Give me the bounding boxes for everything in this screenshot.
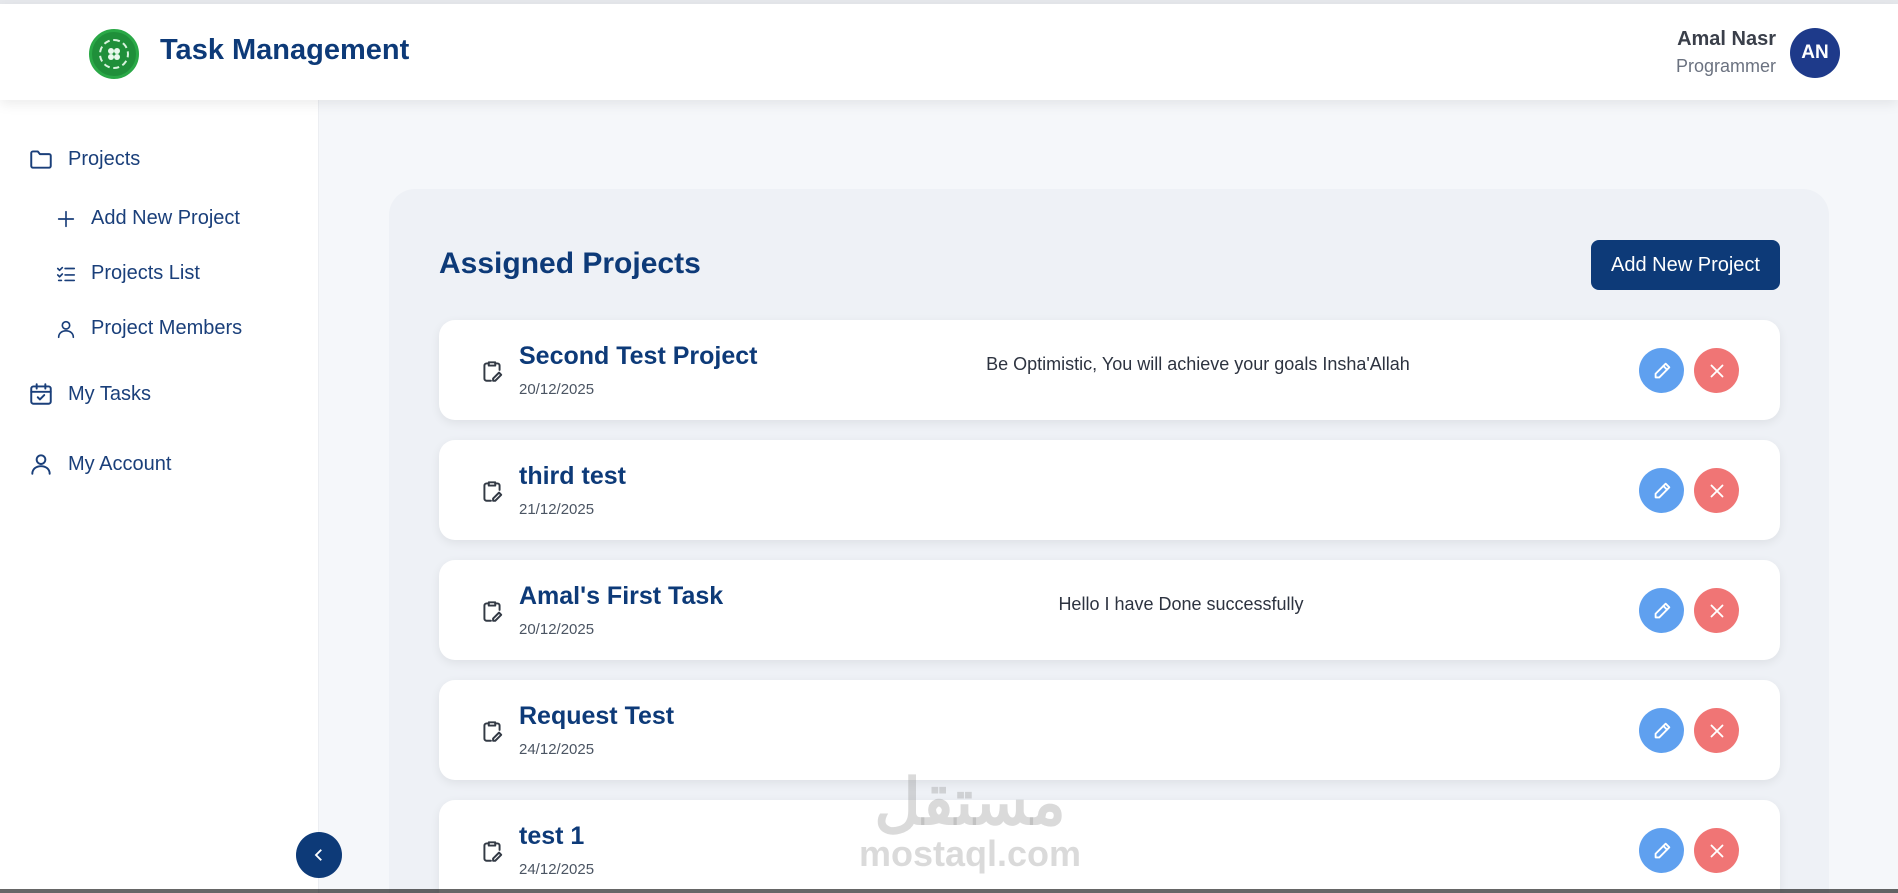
sidebar-item-label: Projects [68, 147, 141, 170]
bottom-border [0, 889, 1898, 893]
watermark: مستقل mostaql.com [820, 770, 1120, 874]
avatar[interactable]: AN [1790, 28, 1840, 78]
project-description: Hello I have Done successfully [1058, 594, 1304, 614]
project-name: Second Test Project [519, 342, 758, 370]
sidebar-item-my-account[interactable]: My Account [28, 451, 171, 477]
clipboard-edit-icon [479, 838, 505, 864]
clipboard-edit-icon [479, 358, 505, 384]
close-icon [1710, 844, 1723, 857]
project-card[interactable]: Amal's First Task 20/12/2025 Hello I hav… [439, 560, 1780, 660]
user-role: Programmer [1675, 56, 1776, 76]
page-title: Assigned Projects [439, 247, 701, 280]
app-header: Task Management Amal Nasr Programmer AN [0, 4, 1898, 100]
folder-icon [30, 150, 52, 169]
project-card[interactable]: third test 21/12/2025 [439, 440, 1780, 540]
project-name: third test [519, 462, 626, 490]
edit-button[interactable] [1639, 468, 1684, 513]
pencil-icon [1654, 722, 1670, 738]
close-icon [1710, 364, 1723, 377]
user-icon [57, 320, 75, 338]
sidebar-item-label: My Account [68, 452, 172, 475]
sidebar: Projects Add New Project Projects List P… [0, 100, 319, 893]
checklist-icon [56, 266, 76, 281]
calendar-check-icon [30, 383, 52, 405]
sidebar-item-projects[interactable]: Projects [28, 146, 140, 172]
project-date: 20/12/2025 [519, 381, 595, 398]
watermark-latin: mostaql.com [858, 833, 1082, 874]
project-card[interactable]: Request Test 24/12/2025 [439, 680, 1780, 780]
watermark-arabic: مستقل [874, 766, 1066, 838]
sidebar-item-label: My Tasks [68, 382, 151, 405]
pencil-icon [1654, 482, 1670, 498]
clipboard-edit-icon [479, 718, 505, 744]
project-name: test 1 [519, 822, 585, 850]
sidebar-item-add-new-project[interactable]: Add New Project [55, 207, 240, 230]
logo-emblem [99, 39, 129, 69]
chevron-left-icon [314, 849, 322, 861]
project-name: Amal's First Task [519, 582, 724, 610]
delete-button[interactable] [1694, 468, 1739, 513]
close-icon [1710, 604, 1723, 617]
clipboard-edit-icon [479, 598, 505, 624]
project-date: 20/12/2025 [519, 621, 595, 638]
add-new-project-button[interactable]: Add New Project [1591, 240, 1780, 290]
clover-icon [108, 48, 120, 60]
project-name: Request Test [519, 702, 675, 730]
user-icon [31, 454, 51, 475]
edit-button[interactable] [1639, 348, 1684, 393]
sidebar-item-project-members[interactable]: Project Members [55, 317, 242, 340]
project-date: 24/12/2025 [519, 741, 595, 758]
close-icon [1710, 724, 1723, 737]
delete-button[interactable] [1694, 708, 1739, 753]
logo [89, 29, 139, 79]
edit-button[interactable] [1639, 828, 1684, 873]
edit-button[interactable] [1639, 708, 1684, 753]
project-date: 24/12/2025 [519, 861, 595, 878]
sidebar-item-label: Add New Project [91, 207, 240, 229]
plus-icon [57, 210, 75, 227]
sidebar-item-projects-list[interactable]: Projects List [55, 262, 200, 285]
pencil-icon [1654, 602, 1670, 618]
pencil-icon [1654, 362, 1670, 378]
project-date: 21/12/2025 [519, 501, 595, 518]
sidebar-item-my-tasks[interactable]: My Tasks [28, 381, 151, 407]
delete-button[interactable] [1694, 588, 1739, 633]
edit-button[interactable] [1639, 588, 1684, 633]
app-title: Task Management [160, 34, 410, 66]
delete-button[interactable] [1694, 828, 1739, 873]
sidebar-collapse-button[interactable] [296, 832, 342, 878]
user-name: Amal Nasr [1677, 28, 1776, 50]
sidebar-item-label: Projects List [91, 262, 200, 284]
pencil-icon [1654, 842, 1670, 858]
project-card[interactable]: Second Test Project 20/12/2025 Be Optimi… [439, 320, 1780, 420]
delete-button[interactable] [1694, 348, 1739, 393]
clipboard-edit-icon [479, 478, 505, 504]
close-icon [1710, 484, 1723, 497]
project-description: Be Optimistic, You will achieve your goa… [986, 354, 1410, 374]
sidebar-item-label: Project Members [91, 317, 243, 339]
